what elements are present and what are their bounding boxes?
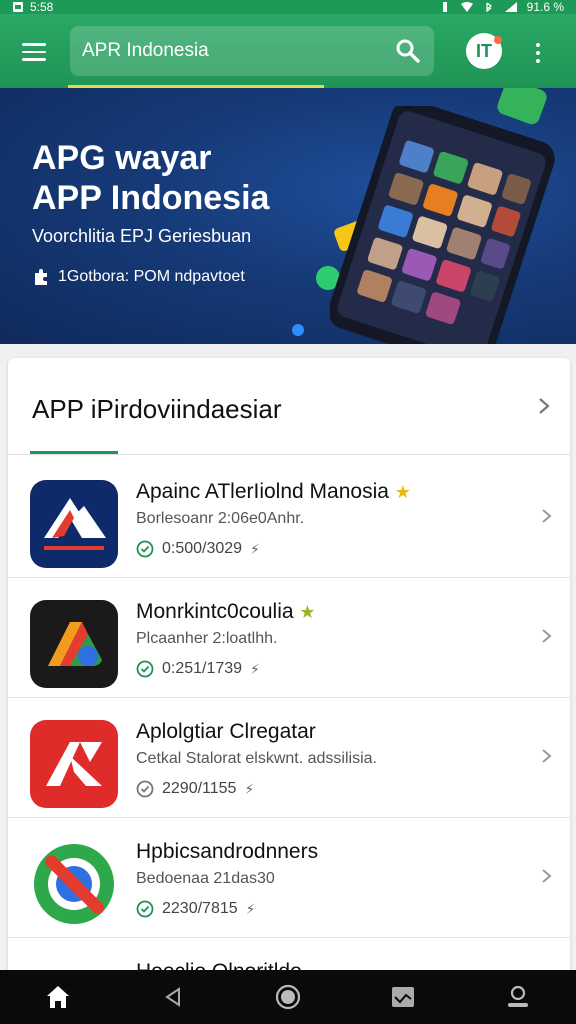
nav-home[interactable]: [38, 977, 78, 1017]
more-dot: [536, 43, 540, 47]
wifi-icon: [460, 2, 473, 12]
home-icon: [46, 986, 69, 1008]
more-options-button[interactable]: [526, 38, 550, 68]
verified-check-icon: [136, 660, 154, 678]
app-meta: 2230/7815 ⚡: [136, 900, 255, 918]
app-meta: 0:251/1739 ⚡: [136, 660, 260, 678]
vibrate-icon: [442, 2, 447, 12]
list-item[interactable]: Hpbicsandrodnners Bedoenaa 21das30 2230/…: [8, 818, 570, 938]
banner-subtitle: Voorchlitia EPJ Geriesbuan: [32, 226, 252, 246]
status-right: 91.6 %: [439, 0, 564, 14]
chevron-right-icon[interactable]: [534, 396, 554, 416]
bolt-icon: ⚡: [250, 540, 260, 557]
banner-meta: 1Gotbora: POM ndpavtoet: [32, 268, 245, 286]
notification-badge: [494, 36, 502, 44]
promo-banner[interactable]: APG wayar APP Indonesia Voorchlitia EPJ …: [0, 88, 576, 344]
green-circle-logo-icon: [30, 840, 118, 928]
search-query-text[interactable]: APR Indonesia: [82, 40, 394, 62]
app-name: Hpbicsandrodnners: [136, 840, 318, 864]
search-input[interactable]: APR Indonesia: [70, 26, 434, 76]
app-meta-text: 2290/1155: [162, 780, 237, 797]
app-meta: 0:500/3029 ⚡: [136, 540, 260, 558]
menu-button[interactable]: [18, 36, 50, 68]
search-icon[interactable]: [394, 37, 422, 65]
bluetooth-icon: [485, 2, 492, 12]
menu-icon-bar: [22, 58, 46, 61]
nav-back[interactable]: [153, 977, 193, 1017]
banner-meta-text: 1Gotbora: POM ndpavtoet: [58, 268, 245, 285]
app-name: Monrkintc0coulia ★: [136, 600, 316, 624]
app-meta-text: 0:251/1739: [162, 660, 243, 677]
star-badge-icon: ★: [394, 482, 411, 502]
red-blue-a-logo-icon: [30, 480, 118, 568]
app-list-card: APP iPirdoviindaesiar Apainc ATlerIiolnd…: [8, 358, 570, 978]
multicolor-a-logo-icon: [30, 600, 118, 688]
chevron-right-icon[interactable]: [540, 746, 554, 766]
divider: [8, 454, 570, 455]
nav-inbox[interactable]: [383, 977, 423, 1017]
avatar-letter: IT: [476, 40, 492, 61]
chevron-right-icon[interactable]: [540, 626, 554, 646]
puzzle-icon: [35, 269, 47, 285]
bolt-icon: ⚡: [244, 780, 255, 797]
star-badge-icon: ★: [299, 602, 316, 622]
chevron-right-icon[interactable]: [540, 866, 554, 886]
app-meta-text: 2230/7815: [162, 900, 238, 917]
app-description: Bedoenaa 21das30: [136, 870, 275, 887]
app-meta-text: 0:500/3029: [162, 540, 243, 557]
app-name-text: Aplolgtiar Clregatar: [136, 720, 316, 743]
notification-icon: [13, 2, 23, 12]
home-circle-icon: [275, 984, 301, 1010]
section-title: APP iPirdoviindaesiar: [32, 394, 282, 424]
app-name-text: Monrkintc0coulia: [136, 600, 294, 623]
battery-level: 91.6 %: [526, 0, 564, 14]
status-left: 5:58: [12, 0, 53, 14]
verified-check-icon: [136, 540, 154, 558]
app-description: Borlesoanr 2:06e0Anhr.: [136, 510, 305, 527]
list-item[interactable]: Aplolgtiar Clregatar Cetkal Stalorat els…: [8, 698, 570, 818]
back-triangle-icon: [164, 987, 180, 1007]
section-header[interactable]: APP iPirdoviindaesiar: [8, 358, 570, 454]
more-dot: [536, 51, 540, 55]
app-bar: APR Indonesia IT: [0, 14, 576, 88]
app-name-text: Apainc ATlerIiolnd Manosia: [136, 480, 389, 503]
nav-account[interactable]: [498, 977, 538, 1017]
account-icon: [508, 985, 529, 1007]
list-item[interactable]: Monrkintc0coulia ★ Plcaanher 2:loatlhh. …: [8, 578, 570, 698]
menu-icon-bar: [22, 43, 46, 46]
banner-title: APG wayar APP Indonesia: [32, 138, 332, 218]
banner-title-line1: APG wayar: [32, 139, 212, 177]
banner-title-line2: APP Indonesia: [32, 179, 270, 217]
signal-icon: [504, 2, 517, 12]
status-bar: 5:58 91.6 %: [0, 0, 576, 14]
menu-icon-bar: [22, 50, 46, 54]
bolt-icon: ⚡: [250, 660, 260, 677]
nav-home-circle[interactable]: [268, 977, 308, 1017]
bolt-icon: ⚡: [245, 900, 256, 917]
more-dot: [536, 59, 540, 63]
app-description: Plcaanher 2:loatlhh.: [136, 630, 278, 647]
clock-check-icon: [136, 780, 154, 798]
app-meta: 2290/1155 ⚡: [136, 780, 254, 798]
inbox-icon: [392, 987, 415, 1007]
chevron-right-icon[interactable]: [540, 506, 554, 526]
app-name-text: Hpbicsandrodnners: [136, 840, 319, 863]
app-name: Aplolgtiar Clregatar: [136, 720, 316, 744]
app-description: Cetkal Stalorat elskwnt. adssilisia.: [136, 750, 377, 767]
bottom-navigation: [0, 970, 576, 1024]
status-time: 5:58: [30, 0, 54, 14]
decor-dot: [292, 324, 304, 336]
app-name: Apainc ATlerIiolnd Manosia ★: [136, 480, 411, 504]
phone-mockup: [330, 106, 555, 344]
red-a-logo-icon: [30, 720, 118, 808]
verified-check-icon: [136, 900, 154, 918]
list-item[interactable]: Apainc ATlerIiolnd Manosia ★ Borlesoanr …: [8, 458, 570, 578]
